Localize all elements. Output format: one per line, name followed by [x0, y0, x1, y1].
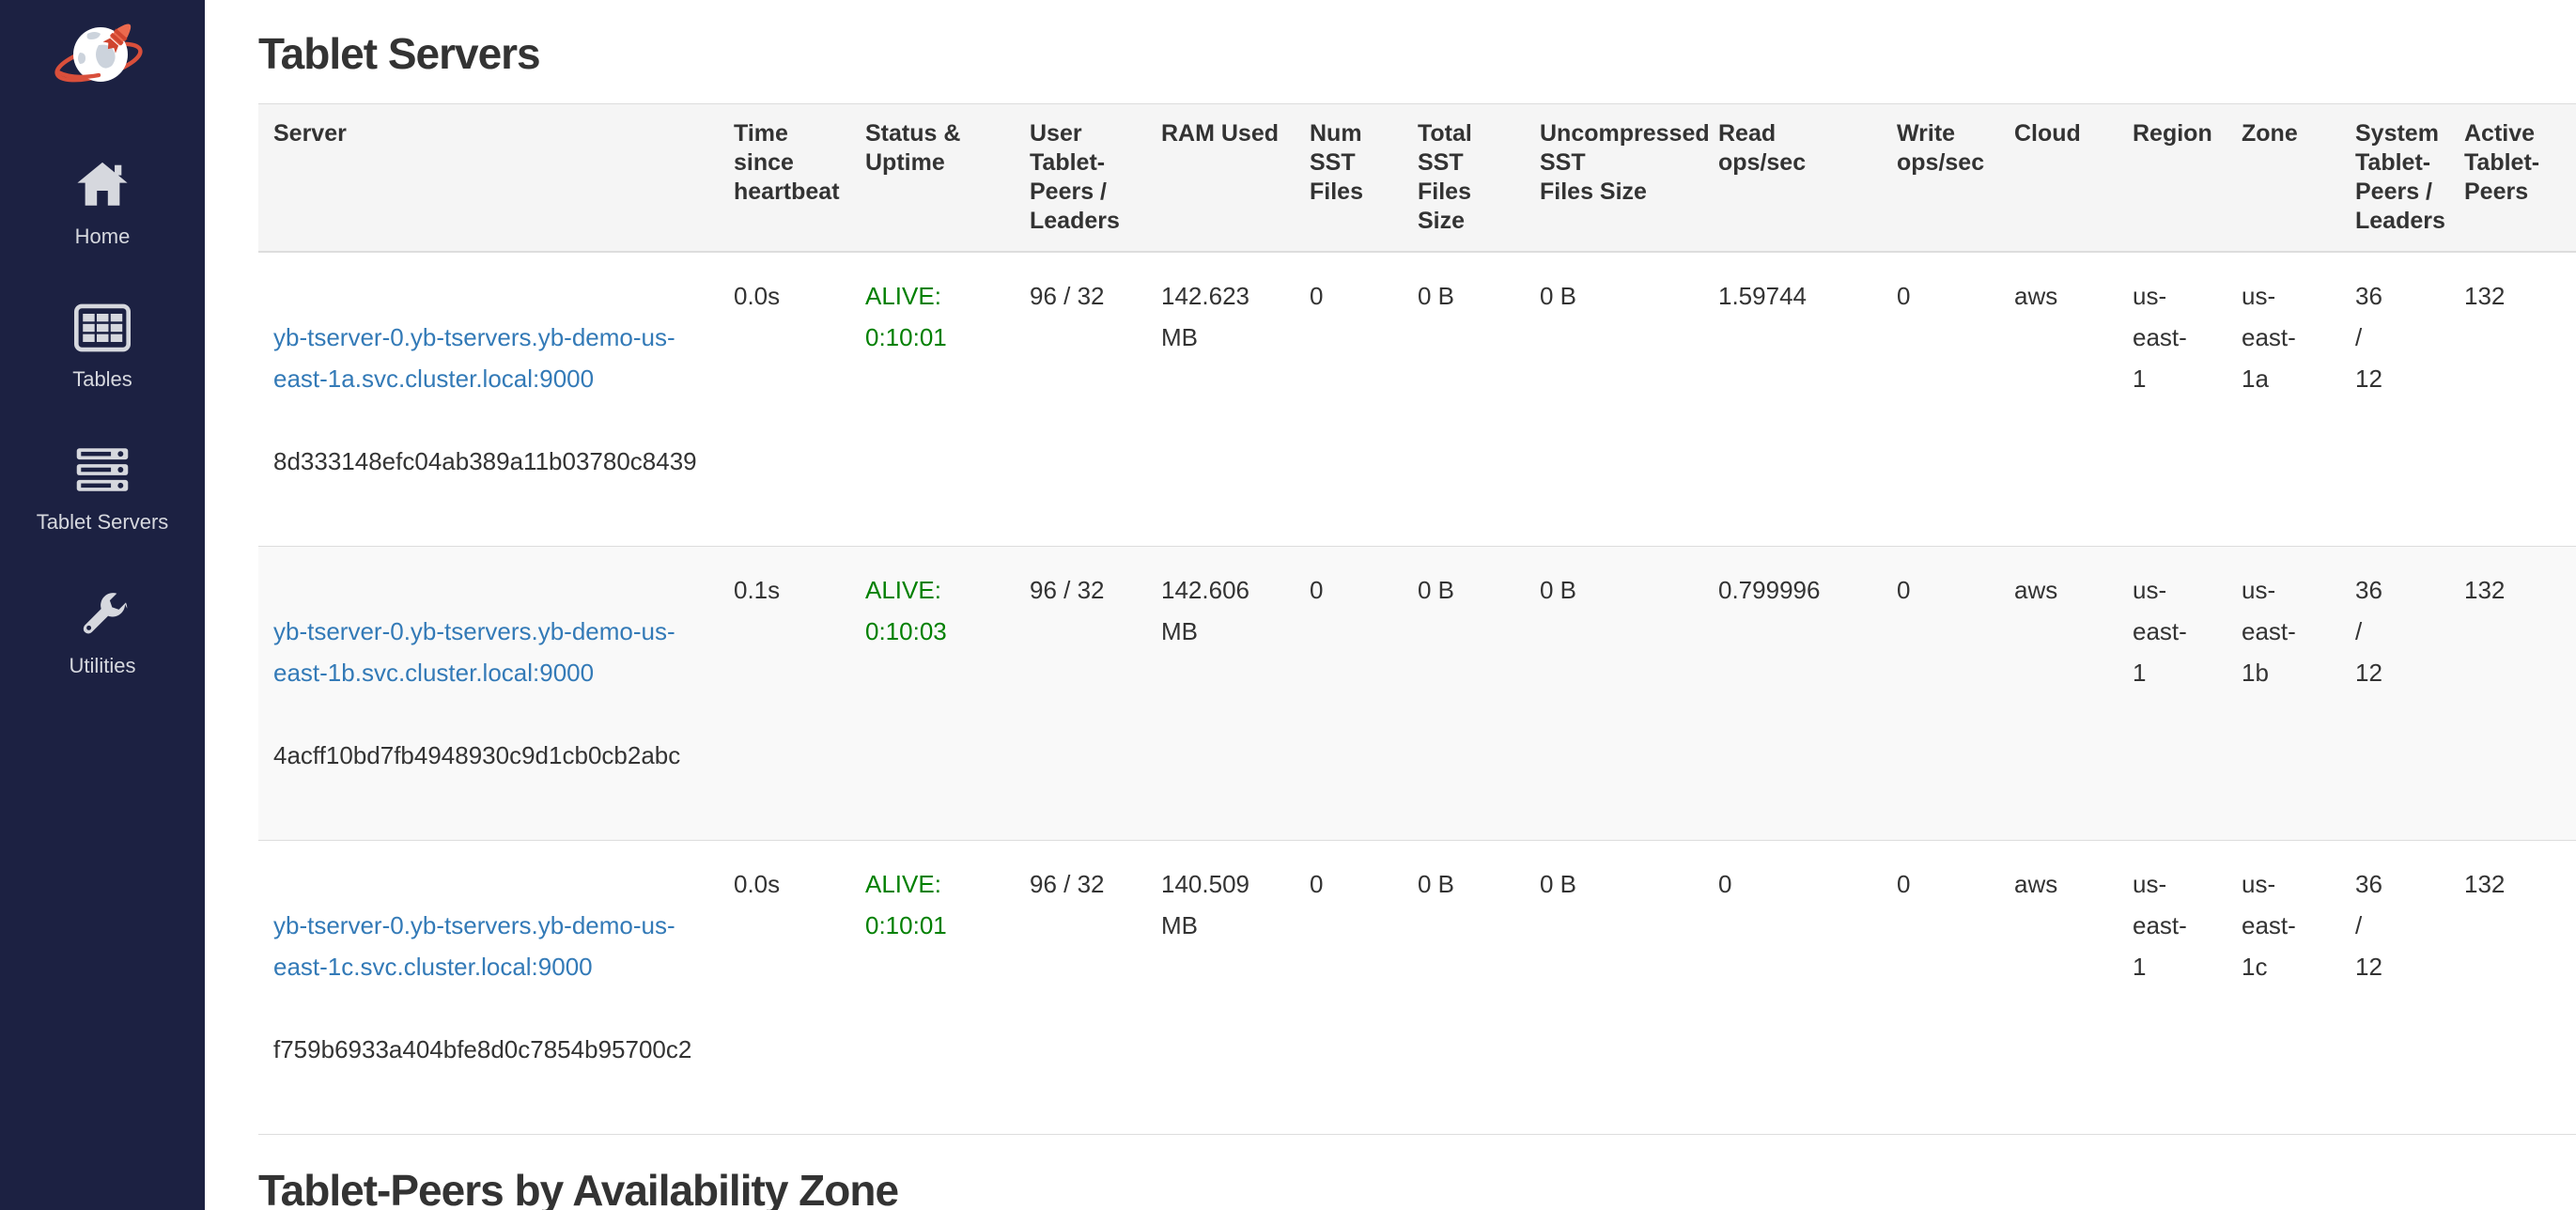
server-row: yb-tserver-0.yb-tservers.yb-demo-us- eas…	[258, 252, 2576, 547]
ram-used-cell: 140.509 MB	[1146, 841, 1295, 1135]
server-uuid: 8d333148efc04ab389a11b03780c8439	[273, 441, 704, 482]
heartbeat-cell: 0.0s	[719, 252, 850, 547]
region-cell: us- east- 1	[2118, 841, 2227, 1135]
tablet-servers-icon	[74, 446, 131, 501]
main-content: Tablet Servers Server Time since heartbe…	[205, 0, 2576, 1210]
tablet-servers-table: Server Time since heartbeat Status & Upt…	[258, 103, 2576, 1135]
status-uptime-cell: ALIVE: 0:10:01	[850, 252, 1015, 547]
sidebar: Home Tables	[0, 0, 205, 1210]
server-address-link[interactable]: yb-tserver-0.yb-tservers.yb-demo-us- eas…	[273, 611, 704, 693]
yugabyte-logo[interactable]	[0, 11, 205, 105]
server-uuid: 4acff10bd7fb4948930c9d1cb0cb2abc	[273, 735, 704, 776]
server-row: yb-tserver-0.yb-tservers.yb-demo-us- eas…	[258, 547, 2576, 841]
col-region: Region	[2118, 104, 2227, 253]
server-address-link[interactable]: yb-tserver-0.yb-tservers.yb-demo-us- eas…	[273, 905, 704, 987]
col-num-sst: Num SST Files	[1295, 104, 1403, 253]
cloud-cell: aws	[1999, 841, 2118, 1135]
heartbeat-cell: 0.1s	[719, 547, 850, 841]
region-cell: us- east- 1	[2118, 252, 2227, 547]
cloud-cell: aws	[1999, 252, 2118, 547]
ram-used-cell: 142.623 MB	[1146, 252, 1295, 547]
col-cloud: Cloud	[1999, 104, 2118, 253]
col-zone: Zone	[2227, 104, 2340, 253]
user-peers-cell: 96 / 32	[1015, 547, 1146, 841]
rocket-globe-icon	[54, 11, 151, 101]
sidebar-item-utilities[interactable]: Utilities	[0, 589, 205, 678]
col-user-peers: User Tablet- Peers / Leaders	[1015, 104, 1146, 253]
server-address-link[interactable]: yb-tserver-0.yb-tservers.yb-demo-us- eas…	[273, 317, 704, 399]
status-uptime-cell: ALIVE: 0:10:03	[850, 547, 1015, 841]
system-peers-cell: 36 / 12	[2340, 252, 2449, 547]
col-unc-sst-size: Uncompressed SST Files Size	[1525, 104, 1703, 253]
read-ops-cell: 0.799996	[1703, 547, 1882, 841]
sidebar-item-tables[interactable]: Tables	[0, 303, 205, 392]
active-peers-cell: 132	[2449, 547, 2576, 841]
ram-used-cell: 142.606 MB	[1146, 547, 1295, 841]
heartbeat-cell: 0.0s	[719, 841, 850, 1135]
sidebar-item-label: Home	[0, 225, 205, 249]
sst-size-cell: 0 B	[1403, 841, 1525, 1135]
server-cell: yb-tserver-0.yb-tservers.yb-demo-us- eas…	[258, 547, 719, 841]
col-write-ops: Write ops/sec	[1882, 104, 1999, 253]
sidebar-item-label: Tablet Servers	[0, 510, 205, 535]
col-heartbeat: Time since heartbeat	[719, 104, 850, 253]
col-status-uptime: Status & Uptime	[850, 104, 1015, 253]
write-ops-cell: 0	[1882, 841, 1999, 1135]
active-peers-cell: 132	[2449, 252, 2576, 547]
user-peers-cell: 96 / 32	[1015, 252, 1146, 547]
cloud-cell: aws	[1999, 547, 2118, 841]
sst-size-cell: 0 B	[1403, 547, 1525, 841]
active-peers-cell: 132	[2449, 841, 2576, 1135]
wrench-icon	[77, 589, 128, 644]
zone-cell: us- east- 1b	[2227, 547, 2340, 841]
system-peers-cell: 36 / 12	[2340, 547, 2449, 841]
sidebar-item-label: Tables	[0, 367, 205, 392]
server-row: yb-tserver-0.yb-tservers.yb-demo-us- eas…	[258, 841, 2576, 1135]
status-uptime-cell: ALIVE: 0:10:01	[850, 841, 1015, 1135]
servers-header-row: Server Time since heartbeat Status & Upt…	[258, 104, 2576, 253]
zone-cell: us- east- 1c	[2227, 841, 2340, 1135]
page-title-az: Tablet-Peers by Availability Zone	[258, 1165, 2576, 1210]
sst-size-cell: 0 B	[1403, 252, 1525, 547]
col-active-peers: Active Tablet- Peers	[2449, 104, 2576, 253]
read-ops-cell: 0	[1703, 841, 1882, 1135]
num-sst-cell: 0	[1295, 252, 1403, 547]
sidebar-item-tablet-servers[interactable]: Tablet Servers	[0, 446, 205, 535]
col-read-ops: Read ops/sec	[1703, 104, 1882, 253]
sidebar-item-label: Utilities	[0, 654, 205, 678]
write-ops-cell: 0	[1882, 547, 1999, 841]
unc-sst-size-cell: 0 B	[1525, 841, 1703, 1135]
server-cell: yb-tserver-0.yb-tservers.yb-demo-us- eas…	[258, 252, 719, 547]
unc-sst-size-cell: 0 B	[1525, 547, 1703, 841]
write-ops-cell: 0	[1882, 252, 1999, 547]
col-ram-used: RAM Used	[1146, 104, 1295, 253]
page-title-tablet-servers: Tablet Servers	[258, 28, 2576, 79]
zone-cell: us- east- 1a	[2227, 252, 2340, 547]
col-sst-size: Total SST Files Size	[1403, 104, 1525, 253]
read-ops-cell: 1.59744	[1703, 252, 1882, 547]
col-system-peers: System Tablet- Peers / Leaders	[2340, 104, 2449, 253]
num-sst-cell: 0	[1295, 547, 1403, 841]
system-peers-cell: 36 / 12	[2340, 841, 2449, 1135]
user-peers-cell: 96 / 32	[1015, 841, 1146, 1135]
home-icon	[75, 160, 130, 214]
server-uuid: f759b6933a404bfe8d0c7854b95700c2	[273, 1029, 704, 1070]
unc-sst-size-cell: 0 B	[1525, 252, 1703, 547]
num-sst-cell: 0	[1295, 841, 1403, 1135]
region-cell: us- east- 1	[2118, 547, 2227, 841]
server-cell: yb-tserver-0.yb-tservers.yb-demo-us- eas…	[258, 841, 719, 1135]
tables-icon	[74, 303, 131, 358]
col-server: Server	[258, 104, 719, 253]
sidebar-item-home[interactable]: Home	[0, 160, 205, 249]
